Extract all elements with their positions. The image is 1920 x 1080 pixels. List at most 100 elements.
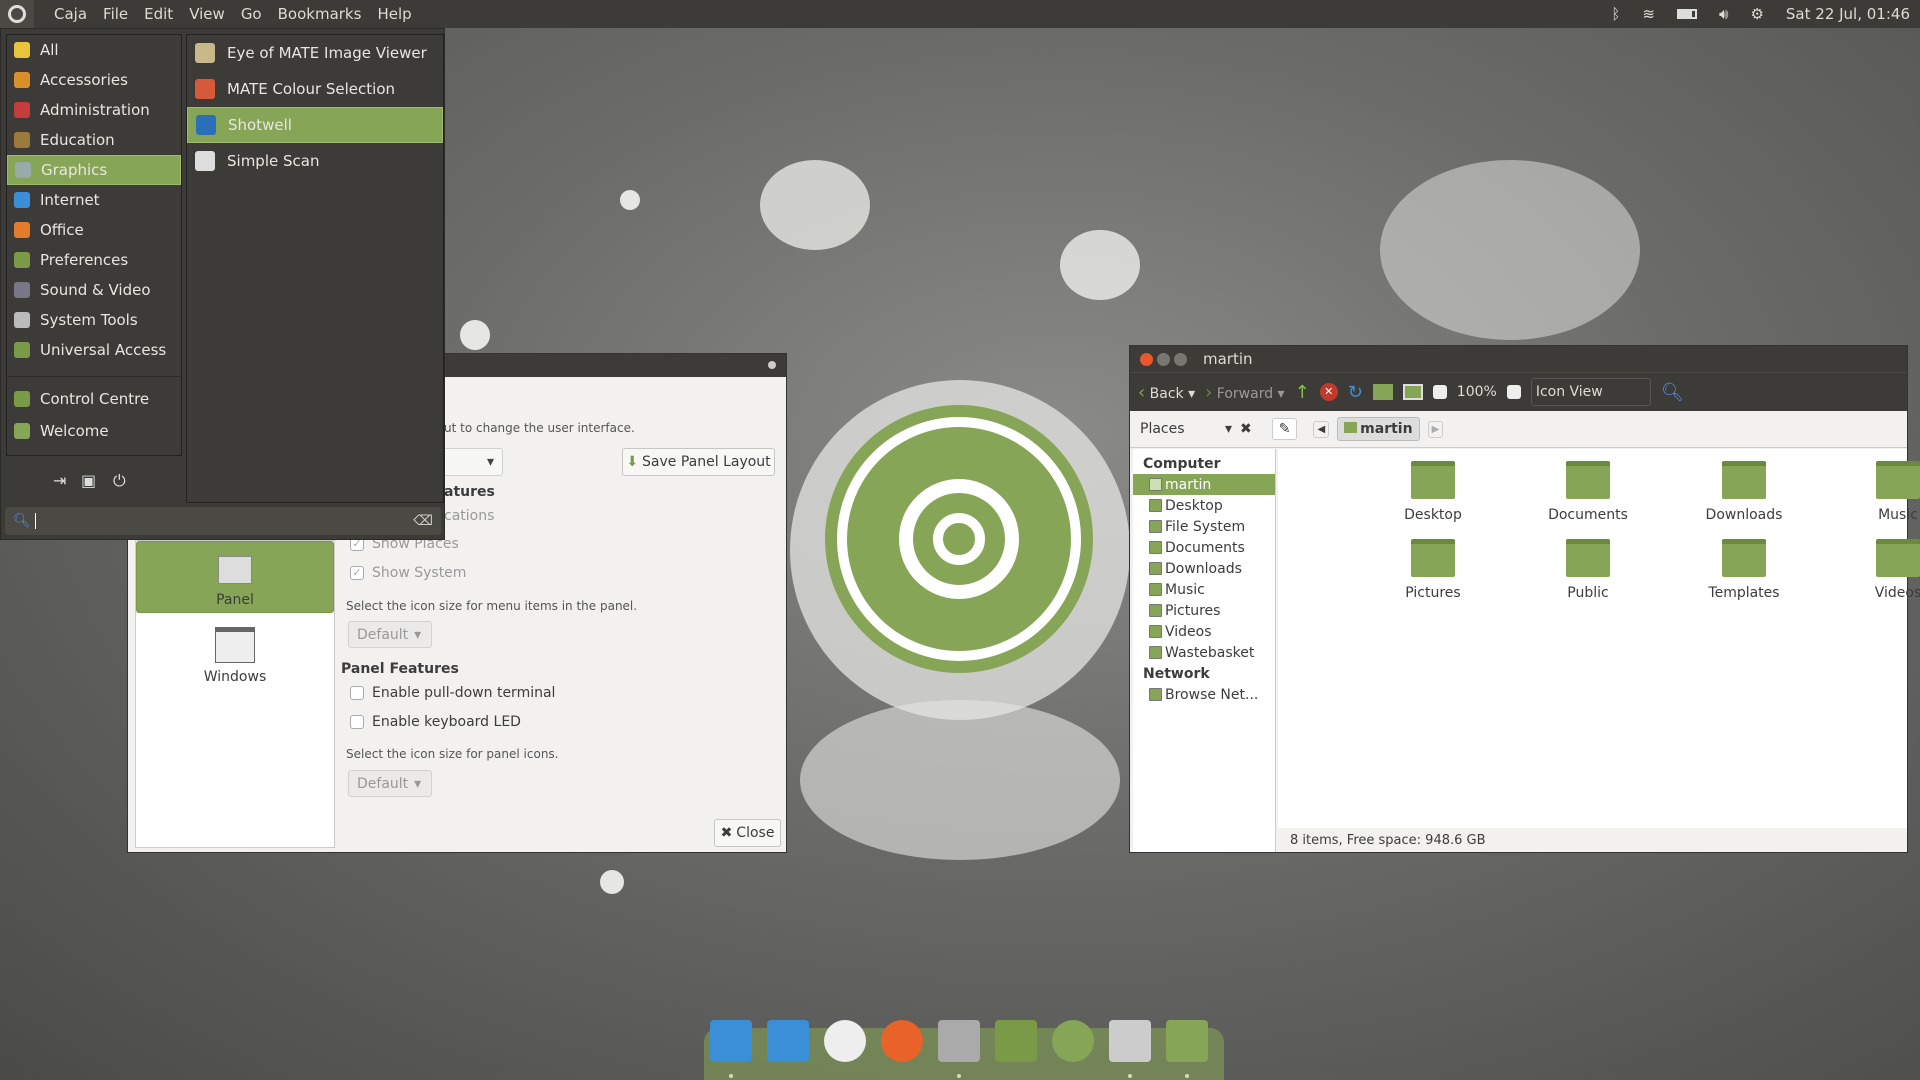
category-star[interactable]: All [7,35,181,65]
sidebar-item-windows[interactable]: Windows [136,613,334,685]
sidebar-item[interactable]: Documents [1133,537,1275,558]
menu-file[interactable]: File [95,5,136,23]
power-icon[interactable]: ⏻ [113,471,126,491]
folder-icon [1566,539,1610,577]
places-dropdown[interactable]: Places ▾ [1140,421,1232,437]
menu-view[interactable]: View [181,5,233,23]
desktop-icon[interactable] [1166,1020,1208,1062]
category-sound-video[interactable]: Sound & Video [7,275,181,305]
menu-edit[interactable]: Edit [136,5,181,23]
pulldown-terminal-checkbox[interactable]: Enable pull-down terminal [350,685,555,701]
panel-icon-size-dropdown[interactable]: Default ▾ [348,770,432,797]
lock-screen-icon[interactable]: ▣ [81,471,96,490]
close-window-button[interactable] [1140,352,1153,366]
sidebar-item[interactable]: Pictures [1133,600,1275,621]
file-item[interactable]: Videos [1838,539,1920,601]
wifi-icon[interactable]: ≋ [1642,5,1655,23]
stop-icon[interactable]: ✕ [1319,383,1338,401]
category-control-centre[interactable]: Control Centre [7,383,181,415]
category-office[interactable]: Office [7,215,181,245]
menu-go[interactable]: Go [233,5,270,23]
path-right-button[interactable]: ▶ [1427,420,1444,438]
file-icon-view: Desktop Documents Downloads Music Pictures Pu… [1278,449,1920,828]
settings-icon[interactable]: ⚙ [1750,5,1763,23]
app-item[interactable]: Shotwell [187,107,443,143]
category-welcome[interactable]: Welcome [7,415,181,447]
category-graphics[interactable]: Graphics [7,155,181,185]
computer-icon[interactable] [1402,384,1423,400]
view-mode-dropdown[interactable]: Icon View [1530,378,1651,406]
file-cabinet-icon[interactable] [938,1020,980,1062]
sidebar-item[interactable]: Wastebasket [1133,642,1275,663]
category-accessories[interactable]: Accessories [7,65,181,95]
clear-icon[interactable]: ⌫ [413,513,433,529]
keyboard-led-checkbox[interactable]: Enable keyboard LED [350,714,521,730]
edit-location-button[interactable]: ✎ [1271,418,1298,440]
category-globe[interactable]: Internet [7,185,181,215]
file-item[interactable]: Downloads [1684,461,1804,523]
clock[interactable]: Sat 22 Jul, 01:46 [1786,5,1910,23]
maximize-button[interactable] [1174,352,1187,366]
sidebar-item[interactable]: Desktop [1133,495,1275,516]
sidebar-item[interactable]: martin [1133,474,1275,495]
home-icon[interactable] [1372,384,1393,400]
sidebar-item[interactable]: Music [1133,579,1275,600]
bluetooth-icon[interactable]: ᛒ [1611,5,1620,23]
ubuntu-mate-icon[interactable] [1052,1020,1094,1062]
category-list: All Accessories Administration Education Gra… [6,34,182,456]
menu-icon-size-dropdown[interactable]: Default ▾ [348,621,432,648]
minimize-button[interactable] [1157,352,1170,366]
forward-button[interactable]: › Forward ▾ [1205,382,1284,403]
close-sidebar-icon[interactable]: ✖ [1240,421,1252,437]
app-item[interactable]: Eye of MATE Image Viewer [187,35,443,71]
control-centre-icon[interactable] [995,1020,1037,1062]
up-icon[interactable]: ↑ [1295,382,1310,403]
app-item[interactable]: MATE Colour Selection [187,71,443,107]
file-item[interactable]: Music [1838,461,1920,523]
file-item[interactable]: Templates [1684,539,1804,601]
category-universal-access[interactable]: Universal Access [7,335,181,365]
app-item[interactable]: Simple Scan [187,143,443,179]
save-panel-layout-button[interactable]: ⬇ Save Panel Layout [622,448,775,476]
menu-caja[interactable]: Caja [46,5,95,23]
logout-icon[interactable]: ⇥ [53,471,66,490]
clock-icon[interactable] [824,1020,866,1062]
volume-icon[interactable]: 🔊︎ [1719,5,1728,23]
category-preferences[interactable]: Preferences [7,245,181,275]
place-icon [1149,520,1162,533]
anchor-icon[interactable] [710,1020,752,1062]
office-icon [14,222,30,238]
sidebar-item[interactable]: Downloads [1133,558,1275,579]
back-button[interactable]: ‹ Back ▾ [1138,382,1195,403]
path-button-martin[interactable]: martin [1337,417,1420,441]
search-icon[interactable]: 🔍︎ [1661,382,1684,403]
sidebar-item[interactable]: File System [1133,516,1275,537]
reload-icon[interactable]: ↻ [1348,382,1363,403]
close-button[interactable]: ✖ Close [714,819,781,847]
battery-icon[interactable] [1677,9,1697,19]
file-item[interactable]: Documents [1528,461,1648,523]
sidebar-item[interactable]: Browse Net... [1133,684,1275,705]
menu-search-input[interactable]: 🔍︎ ⌫ [5,507,441,535]
sidebar-item[interactable]: Videos [1133,621,1275,642]
file-item[interactable]: Pictures [1373,539,1493,601]
sidebar-item-panel[interactable]: Panel [136,541,334,613]
windows-icon [215,627,255,663]
menu-logo-icon[interactable] [0,0,34,28]
tie-icon[interactable] [1109,1020,1151,1062]
window-icon[interactable] [767,1020,809,1062]
path-left-button[interactable]: ◀ [1313,420,1330,438]
file-item[interactable]: Public [1528,539,1648,601]
zoom-in-icon[interactable] [1506,385,1521,399]
category-gear[interactable]: System Tools [7,305,181,335]
window-menu-icon[interactable] [768,361,776,369]
menu-help[interactable]: Help [369,5,419,23]
zoom-out-icon[interactable] [1432,385,1447,399]
accessories-icon [14,72,30,88]
category-admin[interactable]: Administration [7,95,181,125]
show-system-checkbox[interactable]: ✓ Show System [350,565,466,581]
category-education[interactable]: Education [7,125,181,155]
firefox-icon[interactable] [881,1020,923,1062]
menu-bookmarks[interactable]: Bookmarks [270,5,370,23]
file-item[interactable]: Desktop [1373,461,1493,523]
